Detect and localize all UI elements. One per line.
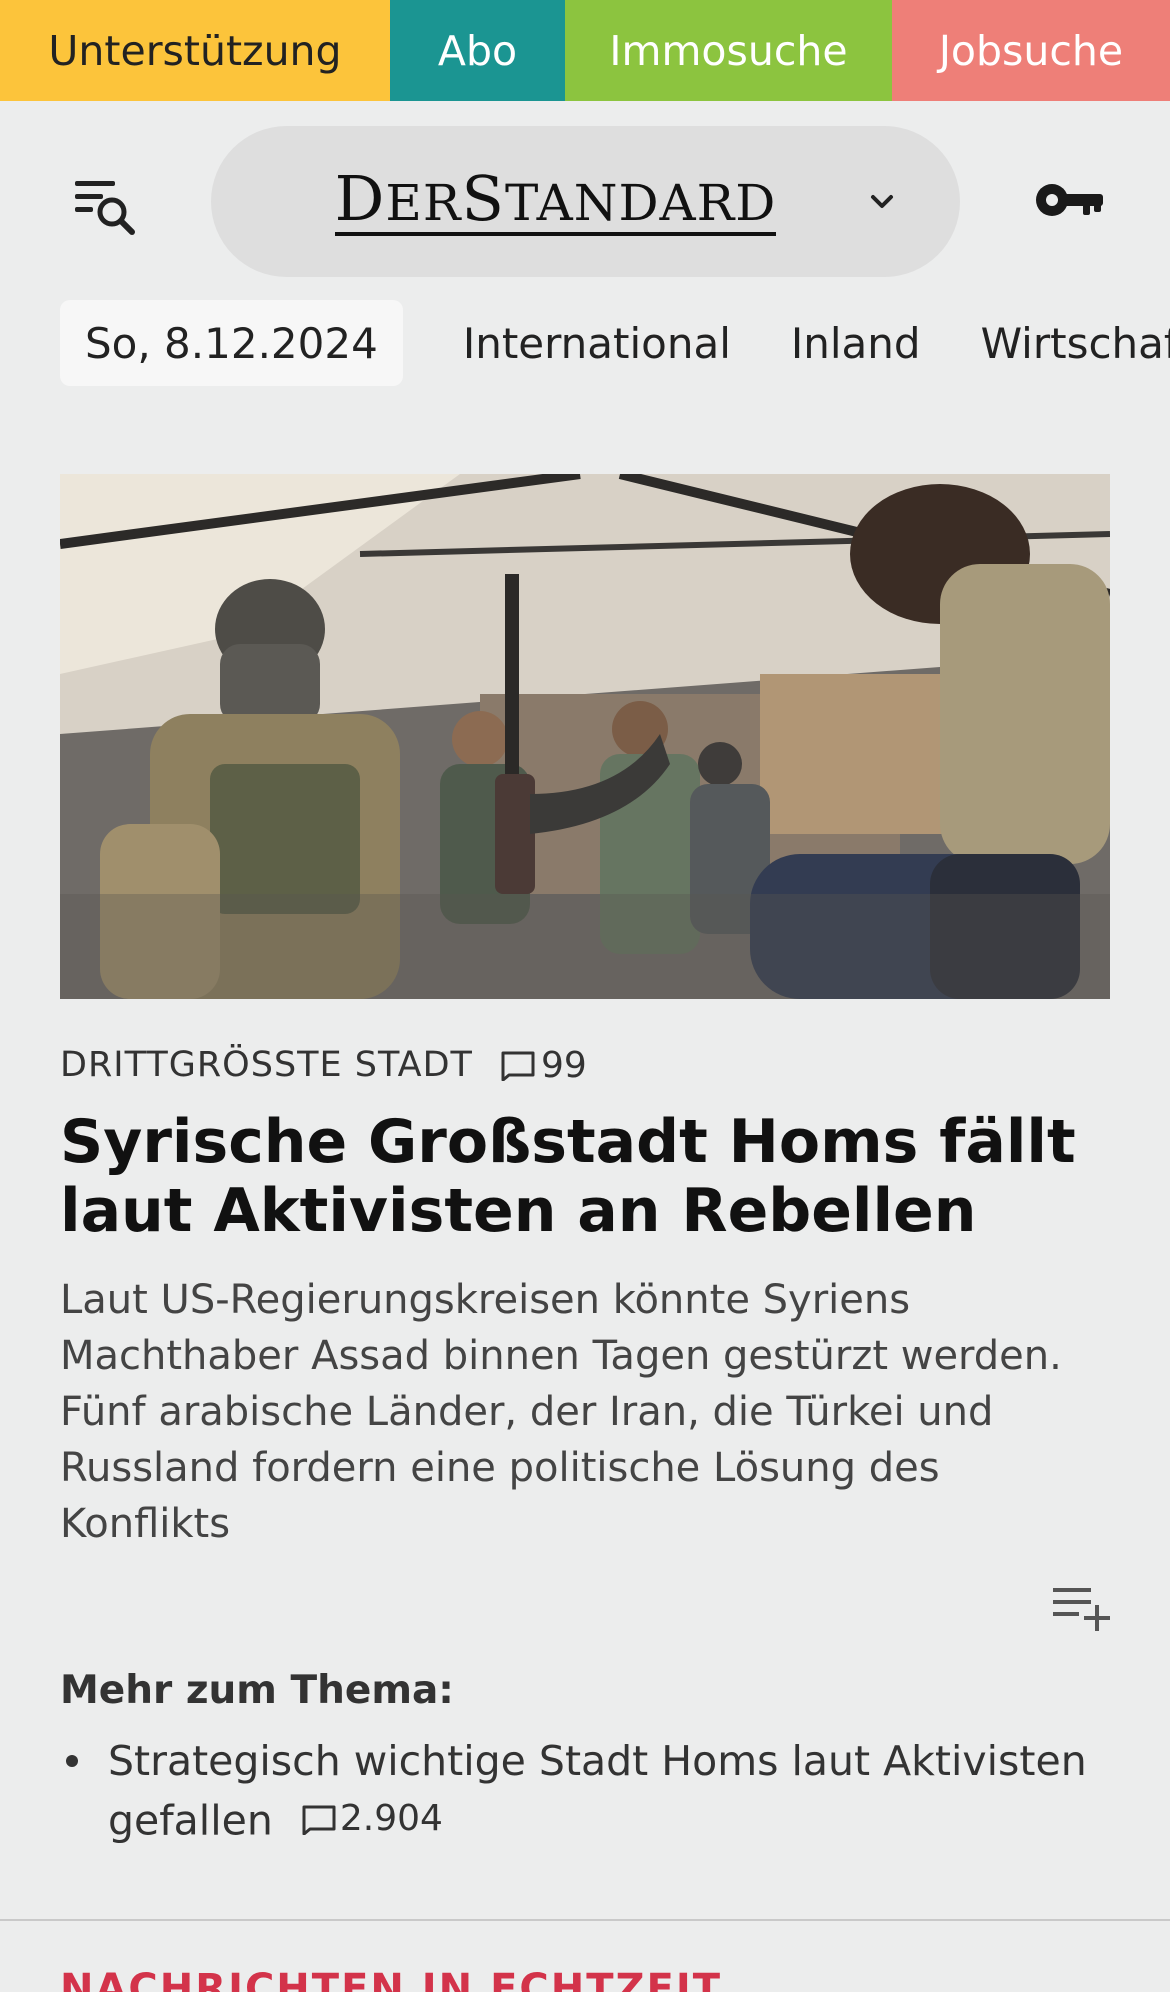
jobsuche-link[interactable]: Jobsuche	[892, 0, 1170, 101]
related-list: Strategisch wichtige Stadt Homs laut Akt…	[60, 1733, 1120, 1850]
section-divider	[0, 1919, 1170, 1921]
service-bar: Unterstützung Abo Immosuche Jobsuche	[0, 0, 1170, 101]
kicker-label: DRITTGRÖSSTE STADT	[60, 1045, 473, 1085]
bullet	[66, 1755, 78, 1767]
related-item[interactable]: Strategisch wichtige Stadt Homs laut Akt…	[60, 1733, 1120, 1850]
date-chip[interactable]: So, 8.12.2024	[60, 300, 403, 386]
site-header: DERSTANDARD	[0, 101, 1170, 296]
chevron-down-icon[interactable]	[862, 182, 902, 222]
related-comments[interactable]: 2.904	[300, 1790, 443, 1847]
related-item-text[interactable]: Strategisch wichtige Stadt Homs laut Akt…	[108, 1737, 1087, 1845]
comment-count[interactable]: 99	[541, 1045, 587, 1086]
support-link[interactable]: Unterstützung	[0, 0, 390, 101]
article-kicker: DRITTGRÖSSTE STADT 99	[60, 1040, 587, 1090]
related-title: Mehr zum Thema:	[60, 1668, 454, 1713]
article-lead[interactable]: Laut US-Regierungskreisen könnte Syriens…	[60, 1272, 1120, 1552]
login-button[interactable]	[1035, 177, 1107, 223]
menu-search-button[interactable]	[70, 177, 140, 241]
playlist-add-icon	[1053, 1588, 1110, 1631]
section-nav: So, 8.12.2024 International Inland Wirts…	[60, 300, 1170, 386]
nav-item-wirtschaft[interactable]: Wirtschaft	[981, 319, 1170, 368]
nav-item-inland[interactable]: Inland	[791, 319, 921, 368]
add-to-list-button[interactable]	[1049, 1583, 1112, 1631]
article-hero-image[interactable]	[60, 474, 1110, 999]
abo-link[interactable]: Abo	[390, 0, 565, 101]
nav-item-international[interactable]: International	[463, 319, 731, 368]
logo-pill[interactable]: DERSTANDARD	[211, 126, 960, 277]
hero-photo	[60, 474, 1110, 999]
related-comment-count: 2.904	[339, 1798, 443, 1839]
menu-search-icon	[75, 181, 135, 235]
immosuche-link[interactable]: Immosuche	[565, 0, 892, 101]
article-headline[interactable]: Syrische Großstadt Homs fällt laut Aktiv…	[60, 1108, 1120, 1246]
key-icon	[1036, 184, 1103, 216]
comment-icon	[302, 1805, 336, 1835]
comment-icon	[501, 1051, 535, 1081]
section-title-realtime[interactable]: NACHRICHTEN IN ECHTZEIT	[60, 1966, 722, 1992]
site-logo[interactable]: DERSTANDARD	[334, 167, 777, 236]
